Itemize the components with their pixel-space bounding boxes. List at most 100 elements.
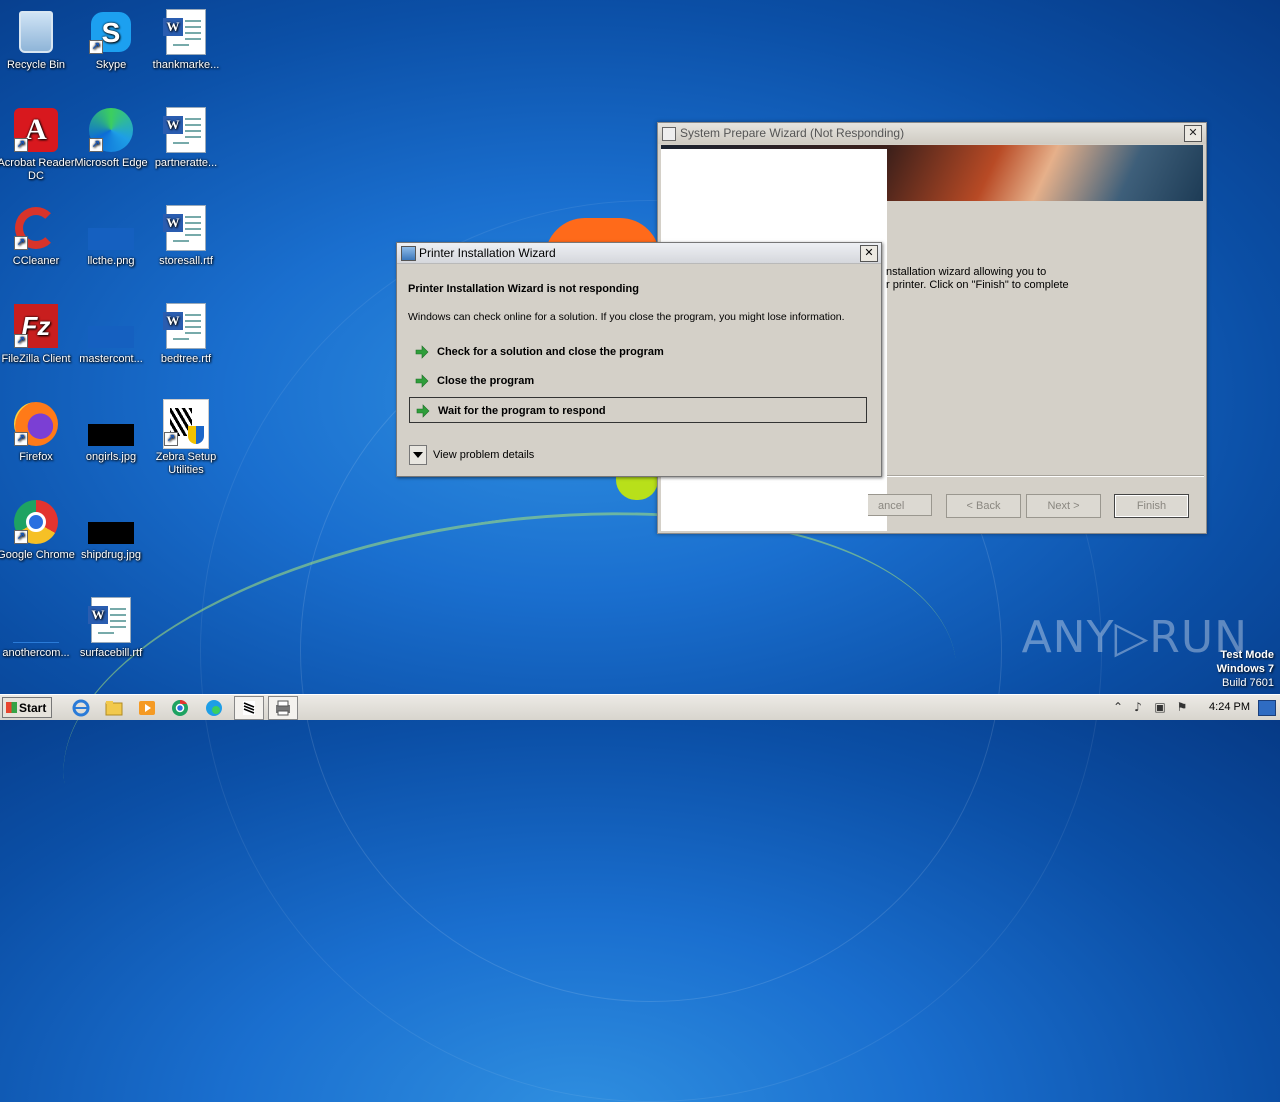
desktop-icon-label: Acrobat Reader DC — [0, 157, 75, 182]
desktop-icon-thankmarke[interactable]: W thankmarke... — [147, 8, 225, 72]
green-arrow-icon — [415, 345, 429, 359]
file-explorer-icon[interactable] — [103, 698, 125, 718]
word-document-icon: W — [163, 205, 206, 251]
dialog-titlebar[interactable]: Printer Installation Wizard ✕ — [397, 243, 881, 264]
shortcut-arrow-icon: ↗ — [89, 40, 103, 54]
desktop-icon-label: surfacebill.rtf — [79, 647, 143, 659]
desktop-icon-ccleaner[interactable]: ↗ CCleaner — [0, 204, 75, 268]
chrome-icon[interactable] — [169, 698, 191, 718]
desktop-icon-label: Firefox — [19, 451, 53, 463]
cancel-button[interactable]: ancel — [868, 494, 932, 516]
shortcut-arrow-icon: ↗ — [14, 236, 28, 250]
desktop-icon-firefox[interactable]: ↗ Firefox — [0, 400, 75, 464]
desktop-icon-label: ongirls.jpg — [85, 451, 137, 463]
desktop-icon-label: Microsoft Edge — [74, 157, 148, 169]
wait-for-program-option[interactable]: Wait for the program to respond — [409, 397, 867, 423]
option-label: Check for a solution and close the progr… — [437, 346, 664, 358]
show-hidden-icons-icon[interactable]: ⌃ — [1111, 700, 1125, 714]
desktop-icon-acrobat[interactable]: A ↗ Acrobat Reader DC — [0, 106, 75, 183]
shortcut-arrow-icon: ↗ — [14, 530, 28, 544]
word-document-icon: W — [163, 9, 206, 55]
start-label: Start — [19, 701, 47, 715]
desktop-icon-chrome[interactable]: ↗ Google Chrome — [0, 498, 75, 562]
details-label: View problem details — [433, 449, 535, 461]
anyrun-watermark: ANY▷RUN — [1021, 612, 1248, 663]
finish-button[interactable]: Finish — [1114, 494, 1189, 518]
system-tray: ⌃ ♪ ▣ ⚑ 4:24 PM — [1105, 695, 1280, 721]
green-arrow-icon — [415, 374, 429, 388]
desktop-icon-label: storesall.rtf — [159, 255, 213, 267]
shortcut-arrow-icon: ↗ — [14, 138, 28, 152]
desktop-icon-anothercom[interactable]: anothercom... — [0, 596, 75, 660]
printer-taskbar-icon[interactable] — [268, 696, 298, 720]
check-solution-option[interactable]: Check for a solution and close the progr… — [409, 339, 867, 365]
media-player-icon[interactable] — [136, 698, 158, 718]
zebra-taskbar-icon[interactable] — [234, 696, 264, 720]
printer-app-icon — [401, 246, 416, 261]
desktop-icon-filezilla[interactable]: Fz ↗ FileZilla Client — [0, 302, 75, 366]
start-button[interactable]: Start — [2, 697, 52, 718]
clock[interactable]: 4:24 PM — [1209, 701, 1250, 713]
divider — [887, 475, 1204, 477]
edge-icon[interactable] — [203, 698, 225, 718]
desktop-icon-label: Recycle Bin — [6, 59, 66, 71]
volume-icon[interactable]: ♪ — [1131, 700, 1145, 714]
desktop-icon-label: Skype — [95, 59, 127, 71]
window-title: System Prepare Wizard (Not Responding) — [680, 126, 905, 140]
desktop-icon-label: thankmarke... — [152, 59, 220, 71]
image-thumbnail-icon — [88, 424, 134, 446]
file-icon — [13, 622, 59, 643]
shortcut-arrow-icon: ↗ — [89, 138, 103, 152]
internet-explorer-icon[interactable] — [70, 698, 92, 718]
word-document-icon: W — [163, 107, 206, 153]
desktop-icon-label: CCleaner — [12, 255, 60, 267]
close-button[interactable]: ✕ — [1184, 125, 1202, 142]
window-titlebar[interactable]: System Prepare Wizard (Not Responding) ✕ — [658, 123, 1206, 144]
word-document-icon: W — [163, 303, 206, 349]
shortcut-arrow-icon: ↗ — [164, 432, 178, 446]
desktop-icon-label: anothercom... — [2, 647, 70, 659]
close-button[interactable]: ✕ — [860, 245, 878, 262]
desktop-icon-zebra[interactable]: ↗ Zebra Setup Utilities — [147, 399, 225, 477]
app-icon — [662, 127, 676, 141]
desktop-icon-ongirls[interactable]: ongirls.jpg — [72, 400, 150, 464]
network-icon[interactable]: ▣ — [1153, 700, 1167, 714]
desktop-icon-partneratte[interactable]: W partneratte... — [147, 106, 225, 170]
next-button[interactable]: Next > — [1026, 494, 1101, 518]
desktop-icon-label: llcthe.png — [87, 255, 135, 267]
dialog-description: Windows can check online for a solution.… — [408, 311, 845, 323]
wizard-body-line: r printer. Click on "Finish" to complete — [886, 279, 1069, 291]
image-thumbnail-icon — [88, 522, 134, 544]
desktop-icon-label: mastercont... — [79, 353, 143, 365]
desktop-icon-mastercont[interactable]: mastercont... — [72, 302, 150, 366]
not-responding-dialog[interactable]: Printer Installation Wizard ✕ Printer In… — [396, 242, 882, 477]
desktop-icon-label: shipdrug.jpg — [81, 549, 141, 561]
chevron-down-icon[interactable] — [409, 445, 427, 465]
back-button[interactable]: < Back — [946, 494, 1021, 518]
desktop-icon-shipdrug[interactable]: shipdrug.jpg — [72, 498, 150, 562]
close-program-option[interactable]: Close the program — [409, 368, 867, 394]
desktop-icon-surfacebill[interactable]: W surfacebill.rtf — [72, 596, 150, 660]
test-mode-info: Test Mode Windows 7 Build 7601 — [1217, 648, 1274, 690]
desktop-icon-edge[interactable]: ↗ Microsoft Edge — [72, 106, 150, 170]
desktop-icon-label: partneratte... — [154, 157, 218, 169]
test-mode-text: Test Mode — [1220, 649, 1274, 661]
desktop-icon-skype[interactable]: S ↗ Skype — [72, 8, 150, 72]
desktop-icon-label: FileZilla Client — [1, 353, 71, 365]
build-text: Build 7601 — [1222, 677, 1274, 689]
desktop-icon-recycle-bin[interactable]: Recycle Bin — [0, 8, 75, 72]
windows-logo-icon — [6, 702, 17, 713]
wizard-body-line: nstallation wizard allowing you to — [886, 266, 1047, 278]
action-center-flag-icon[interactable]: ⚑ — [1175, 700, 1189, 714]
desktop-icon-label: bedtree.rtf — [160, 353, 212, 365]
wizard-body-text: nstallation wizard allowing you to r pri… — [886, 266, 1186, 292]
desktop-icon-bedtree[interactable]: W bedtree.rtf — [147, 302, 225, 366]
recycle-bin-icon — [19, 11, 53, 53]
show-desktop-icon[interactable] — [1258, 700, 1276, 716]
desktop-icon-storesall[interactable]: W storesall.rtf — [147, 204, 225, 268]
os-name-text: Windows 7 — [1216, 663, 1274, 675]
image-thumbnail-icon — [88, 326, 134, 348]
dialog-title: Printer Installation Wizard — [419, 246, 556, 260]
desktop-icon-llcthe[interactable]: llcthe.png — [72, 204, 150, 268]
option-label: Close the program — [437, 375, 535, 387]
